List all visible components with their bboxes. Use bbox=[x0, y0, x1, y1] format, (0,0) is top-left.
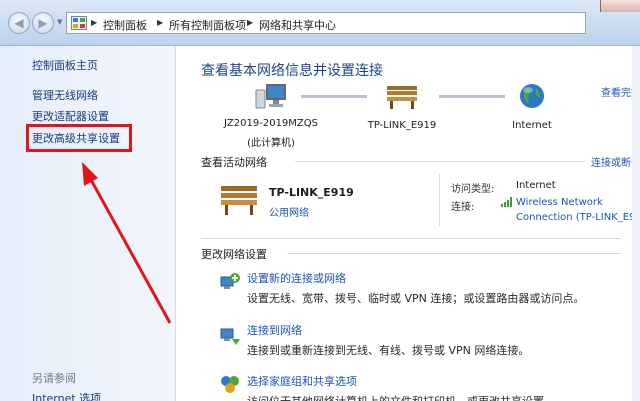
section-divider bbox=[287, 253, 621, 254]
computer-subtitle: (此计算机) bbox=[247, 138, 295, 149]
network-link-line bbox=[301, 95, 367, 98]
section-divider bbox=[295, 161, 585, 162]
breadcrumb-network-center[interactable]: 网络和共享中心 bbox=[259, 17, 336, 33]
network-link-line bbox=[439, 95, 505, 98]
globe-icon bbox=[520, 84, 544, 108]
connect-network-icon bbox=[220, 328, 240, 345]
computer-name: JZ2019-2019MZQS bbox=[223, 118, 318, 129]
main-content: 查看基本网络信息并设置连接 查看完整 JZ2019-2019MZQS (此计算机… bbox=[177, 46, 640, 401]
homegroup-sharing-link[interactable]: 选择家庭组和共享选项 bbox=[247, 373, 357, 389]
setup-new-connection-link[interactable]: 设置新的连接或网络 bbox=[247, 270, 346, 286]
change-settings-title: 更改网络设置 bbox=[201, 248, 267, 261]
setup-new-connection-desc: 设置无线、宽带、拨号、临时或 VPN 连接；或设置路由器或访问点。 bbox=[247, 292, 585, 305]
section-divider bbox=[201, 238, 621, 239]
homegroup-sharing-desc: 访问位于其他网络计算机上的文件和打印机，或更改共享设置 bbox=[247, 393, 544, 401]
access-type-label: 访问类型: bbox=[451, 184, 495, 195]
connect-to-network-link[interactable]: 连接到网络 bbox=[247, 322, 302, 338]
router-name: TP-LINK_E919 bbox=[367, 120, 437, 131]
breadcrumb-separator-icon[interactable]: ▶ bbox=[247, 18, 253, 27]
vertical-scrollbar[interactable] bbox=[632, 46, 640, 401]
page-title: 查看基本网络信息并设置连接 bbox=[201, 63, 383, 79]
connect-to-network-desc: 连接到或重新连接到无线、有线、拨号或 VPN 网络连接。 bbox=[247, 344, 530, 357]
active-network-name: TP-LINK_E919 bbox=[269, 186, 354, 199]
close-window-button[interactable] bbox=[600, 0, 640, 12]
internet-label: Internet bbox=[512, 120, 552, 131]
wifi-signal-icon bbox=[501, 197, 512, 207]
bench-network-icon bbox=[387, 86, 417, 109]
connection-link-line2[interactable]: Connection (TP-LINK_E919 bbox=[516, 212, 640, 223]
red-arrow-annotation bbox=[82, 162, 172, 324]
network-type-link[interactable]: 公用网络 bbox=[269, 204, 309, 219]
access-type-value: Internet bbox=[516, 180, 556, 191]
homegroup-icon bbox=[221, 376, 239, 393]
connection-link-line1[interactable]: Wireless Network bbox=[516, 197, 603, 208]
computer-icon bbox=[255, 84, 286, 109]
bench-network-icon bbox=[221, 186, 257, 215]
new-connection-icon bbox=[220, 273, 240, 289]
active-networks-title: 查看活动网络 bbox=[201, 156, 267, 169]
vertical-divider bbox=[439, 174, 440, 226]
connection-label: 连接: bbox=[451, 202, 475, 213]
